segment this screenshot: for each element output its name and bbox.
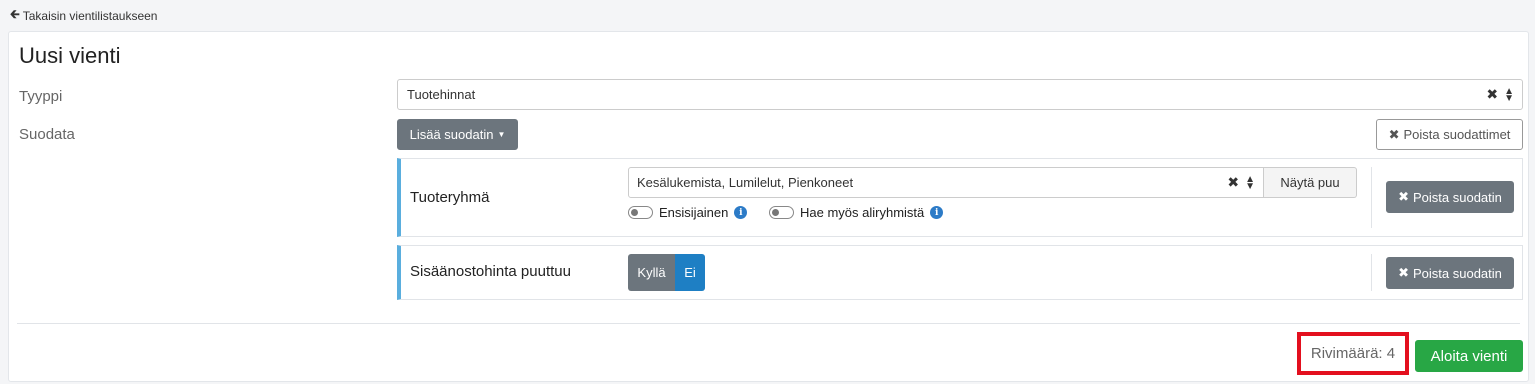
remove-filter-label: Poista suodatin: [1413, 189, 1502, 205]
add-filter-button[interactable]: Lisää suodatin ▼: [397, 119, 518, 150]
arrow-left-icon: 🡰: [10, 7, 20, 21]
export-card: Uusi vienti Tyyppi Tuotehinnat ✖ ▲ ▼ Suod…: [8, 31, 1529, 382]
chevron-updown-icon[interactable]: ▲ ▼: [1504, 86, 1514, 103]
type-select-value: Tuotehinnat: [407, 87, 476, 102]
option-yes[interactable]: Kyllä: [628, 254, 675, 291]
toggle-label: Ensisijainen: [659, 205, 729, 220]
close-icon: ✖: [1388, 126, 1400, 142]
option-no[interactable]: Ei: [675, 254, 705, 291]
filter-label: Suodata: [19, 126, 75, 143]
product-group-select[interactable]: Kesälukemista, Lumilelut, Pienkoneet ✖ ▲…: [628, 167, 1264, 198]
close-icon: ✖: [1398, 265, 1409, 280]
filter-panel-missing-cost: Sisäänostohinta puuttuu Kyllä Ei ✖ Poist…: [397, 245, 1523, 300]
row-count: Rivimäärä: 4: [1297, 332, 1409, 375]
yes-no-toggle[interactable]: Kyllä Ei: [628, 254, 705, 291]
panel-divider: [1371, 167, 1372, 228]
type-label: Tyyppi: [19, 88, 63, 105]
type-select[interactable]: Tuotehinnat ✖ ▲ ▼: [397, 79, 1523, 110]
select-controls: ✖ ▲ ▼: [1227, 168, 1255, 197]
select-controls: ✖ ▲ ▼: [1486, 80, 1514, 109]
remove-filter-label: Poista suodatin: [1413, 265, 1502, 281]
remove-filter-button[interactable]: ✖ Poista suodatin: [1386, 257, 1514, 289]
back-link[interactable]: 🡰 Takaisin vientilistaukseen: [10, 5, 157, 26]
toggle-subgroups[interactable]: Hae myös aliryhmistä i: [769, 205, 944, 220]
remove-filter-button[interactable]: ✖ Poista suodatin: [1386, 181, 1514, 213]
clear-filters-button[interactable]: ✖ Poista suodattimet: [1376, 119, 1523, 150]
clear-filters-label: Poista suodattimet: [1403, 127, 1511, 142]
toggle-label: Hae myös aliryhmistä: [800, 205, 925, 220]
page-title: Uusi vienti: [19, 43, 121, 68]
show-tree-button[interactable]: Näytä puu: [1264, 167, 1357, 198]
filter-panel-product-group: Tuoteryhmä Kesälukemista, Lumilelut, Pie…: [397, 158, 1523, 237]
close-icon: ✖: [1398, 189, 1409, 204]
panel-divider: [1371, 254, 1372, 291]
info-icon[interactable]: i: [734, 206, 748, 219]
info-icon[interactable]: i: [930, 206, 944, 219]
clear-icon[interactable]: ✖: [1486, 86, 1498, 103]
start-export-button[interactable]: Aloita vienti: [1415, 340, 1523, 372]
product-group-value: Kesälukemista, Lumilelut, Pienkoneet: [637, 175, 854, 190]
chevron-updown-icon[interactable]: ▲ ▼: [1245, 174, 1255, 191]
toggle-switch[interactable]: [628, 206, 653, 219]
filter-label-missing-cost: Sisäänostohinta puuttuu: [410, 263, 571, 280]
back-link-label: Takaisin vientilistaukseen: [22, 8, 158, 23]
clear-icon[interactable]: ✖: [1227, 174, 1239, 191]
filter-label-product-group: Tuoteryhmä: [410, 189, 490, 206]
caret-down-icon: ▼: [497, 130, 506, 139]
add-filter-label: Lisää suodatin: [409, 127, 494, 142]
toggle-switch[interactable]: [769, 206, 794, 219]
toggle-primary[interactable]: Ensisijainen i: [628, 205, 748, 220]
footer-divider: [17, 323, 1520, 324]
